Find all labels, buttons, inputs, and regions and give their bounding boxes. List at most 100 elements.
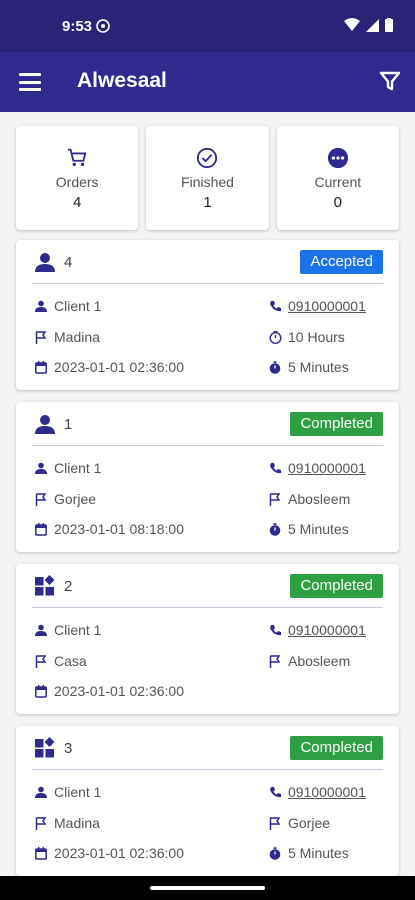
more-circle-icon [326,146,350,170]
client-name: Client 1 [54,298,102,314]
phone-icon [268,623,282,637]
person-icon [34,461,48,475]
order-date: 2023-01-01 02:36:00 [54,845,184,861]
signal-icon [366,18,379,32]
divider [32,283,383,284]
from-location: Casa [54,653,87,669]
order-id: 3 [64,740,73,757]
phone-row: 0910000001 [268,622,366,638]
person-icon [35,415,55,434]
flag-icon [34,816,48,830]
date-row: 2023-01-01 02:36:00 [34,683,184,699]
eta-row: 5 Minutes [268,845,349,861]
from-location: Gorjee [54,491,97,507]
to-location: Abosleem [288,491,351,507]
flag-icon [34,330,48,344]
status-badge: Accepted [300,250,383,274]
to-location: Abosleem [288,653,351,669]
calendar-icon [34,684,48,698]
eta-value: 5 Minutes [288,359,349,375]
from-location: Madina [54,329,100,345]
order-card[interactable]: 1 Completed Client 1 0910000001 Gorjee A… [16,402,399,552]
flag-icon [268,492,282,506]
status-time: 9:53 [62,18,93,35]
client-row: Client 1 [34,298,101,314]
date-row: 2023-01-01 02:36:00 [34,845,184,861]
person-icon [34,299,48,313]
order-card-header: 2 Completed [16,564,399,608]
order-date: 2023-01-01 02:36:00 [54,683,184,699]
order-card[interactable]: 3 Completed Client 1 0910000001 Madina G… [16,726,399,876]
stat-count: 0 [333,194,342,211]
check-circle-icon [195,146,219,170]
status-bar: 9:53 [0,0,415,52]
order-card[interactable]: 4 Accepted Client 1 0910000001 Madina 10… [16,240,399,390]
phone-icon [268,299,282,313]
stat-label: Finished [181,174,234,190]
stat-finished[interactable]: Finished 1 [146,126,269,230]
person-icon [35,253,55,272]
date-row: 2023-01-01 08:18:00 [34,521,184,537]
wifi-icon [344,18,360,31]
client-name: Client 1 [54,622,102,638]
stat-orders[interactable]: Orders 4 [16,126,139,230]
eta-row: 5 Minutes [268,521,349,537]
calendar-icon [34,846,48,860]
settings-status-icon [96,19,110,33]
stopwatch-icon [268,522,282,536]
date-row: 2023-01-01 02:36:00 [34,359,184,375]
flag-icon [34,492,48,506]
timer-icon [268,330,282,344]
phone-link[interactable]: 0910000001 [288,784,366,800]
from-row: Madina [34,329,100,345]
phone-row: 0910000001 [268,784,366,800]
to-row: Abosleem [268,491,350,507]
flag-icon [268,654,282,668]
duration-value: 10 Hours [288,329,345,345]
eta-value: 5 Minutes [288,845,349,861]
app-bar: Alwesaal [0,52,415,112]
divider [32,607,383,608]
client-row: Client 1 [34,622,101,638]
stat-label: Current [314,174,362,190]
status-badge: Completed [290,412,383,436]
order-card-header: 3 Completed [16,726,399,770]
calendar-icon [34,360,48,374]
filter-icon[interactable] [379,70,401,92]
order-id: 1 [64,416,73,433]
divider [32,445,383,446]
phone-row: 0910000001 [268,460,366,476]
duration-row: 10 Hours [268,329,345,345]
stat-current[interactable]: Current 0 [276,126,399,230]
battery-icon [385,18,393,32]
calendar-icon [34,522,48,536]
client-name: Client 1 [54,784,102,800]
order-date: 2023-01-01 08:18:00 [54,521,184,537]
from-location: Madina [54,815,100,831]
phone-link[interactable]: 0910000001 [288,460,366,476]
widgets-icon [35,575,55,596]
client-row: Client 1 [34,784,101,800]
divider [32,769,383,770]
phone-link[interactable]: 0910000001 [288,298,366,314]
flag-icon [268,816,282,830]
from-row: Casa [34,653,87,669]
eta-value: 5 Minutes [288,521,349,537]
app-title: Alwesaal [77,69,167,92]
home-handle[interactable] [150,886,265,890]
from-row: Madina [34,815,100,831]
stat-count: 1 [203,194,212,211]
order-card[interactable]: 2 Completed Client 1 0910000001 Casa Abo… [16,564,399,714]
client-row: Client 1 [34,460,101,476]
phone-icon [268,461,282,475]
order-card-header: 1 Completed [16,402,399,446]
cart-icon [65,146,89,170]
order-card-header: 4 Accepted [16,240,399,284]
phone-link[interactable]: 0910000001 [288,622,366,638]
menu-icon[interactable] [18,70,42,94]
flag-icon [34,654,48,668]
status-badge: Completed [290,736,383,760]
stopwatch-icon [268,360,282,374]
person-icon [34,785,48,799]
system-nav-bar [0,876,415,900]
